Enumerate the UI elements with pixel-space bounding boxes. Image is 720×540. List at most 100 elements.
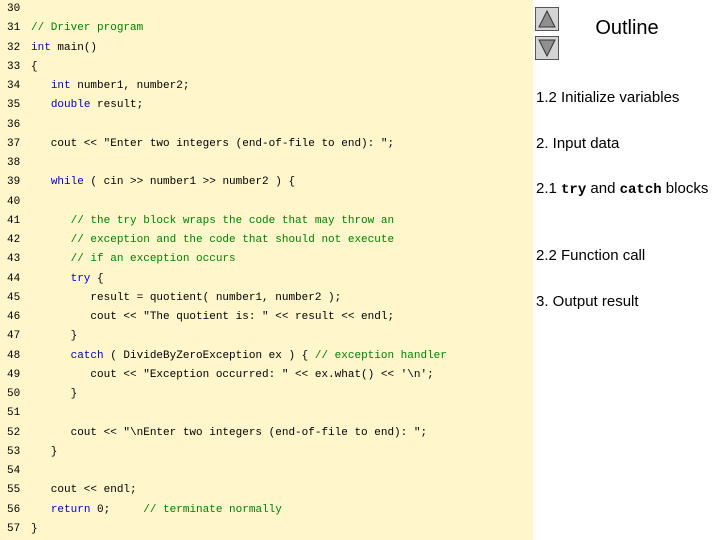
line-number: 39: [7, 176, 21, 189]
code-line: 33 {: [0, 58, 533, 77]
line-number: 44: [7, 272, 21, 285]
code-line: 57}: [0, 520, 533, 539]
line-code: // exception and the code that should no…: [31, 231, 394, 250]
code-line: 45 result = quotient( number1, number2 )…: [0, 289, 533, 308]
code-text: }: [31, 445, 58, 458]
code-text: cout << "\nEnter two integers (end-of-fi…: [31, 426, 428, 439]
code-text: number1, number2;: [70, 80, 190, 92]
line-code: // the try block wraps the code that may…: [31, 212, 394, 231]
code-keyword: int: [31, 41, 51, 54]
code-text: ( DivideByZeroException ex ) {: [103, 349, 315, 362]
line-code: cout << "\nEnter two integers (end-of-fi…: [31, 424, 427, 443]
outline-item-text: 2.1: [536, 180, 562, 197]
code-line: 40: [0, 193, 533, 212]
line-number: 57: [7, 522, 21, 535]
line-code: cout << "Exception occurred: " << ex.wha…: [31, 366, 433, 385]
code-line: 56 return 0; // terminate normally: [0, 501, 533, 520]
line-code: // Driver program: [31, 19, 143, 38]
code-keyword: while: [50, 176, 84, 189]
code-text: 0;: [90, 503, 144, 516]
code-comment: // the try block wraps the code that may…: [70, 214, 395, 227]
code-line: 52 cout << "\nEnter two integers (end-of…: [0, 424, 533, 443]
outline-title: Outline: [595, 17, 659, 39]
triangle-up-icon: [538, 9, 556, 28]
outline-item-text: 1.2 Initialize variables: [536, 89, 680, 106]
code-comment: // exception handler: [314, 349, 447, 362]
line-number: 31: [7, 22, 21, 35]
code-line: 43 // if an exception occurs: [0, 250, 533, 269]
line-code: int number1, number2;: [31, 77, 190, 96]
code-line: 39 while ( cin >> number1 >> number2 ) {: [0, 173, 533, 192]
code-text: }: [31, 522, 38, 535]
line-number: 42: [7, 234, 21, 246]
line-code: }: [31, 327, 78, 346]
code-line: 31 // Driver program: [0, 19, 533, 38]
previous-slide-button[interactable]: [535, 7, 559, 31]
code-line: 44 try {: [0, 270, 533, 289]
code-listing-panel: 30 31 // Driver program 32 int main() 33 {34 i…: [0, 0, 533, 540]
code-text: result = quotient( number1, number2 );: [31, 291, 342, 304]
line-code: while ( cin >> number1 >> number2 ) {: [31, 173, 295, 192]
code-text: }: [31, 388, 78, 400]
code-line: 36: [0, 116, 533, 135]
code-text: ( cin >> number1 >> number2 ) {: [83, 176, 296, 189]
code-text: {: [31, 60, 38, 73]
line-number: 46: [7, 311, 21, 323]
code-line: 46 cout << "The quotient is: " << result…: [0, 308, 533, 327]
line-number: 34: [7, 80, 21, 92]
code-line: 48 catch ( DivideByZeroException ex ) { …: [0, 347, 533, 366]
code-comment: // Driver program: [31, 22, 144, 35]
code-keyword: double: [50, 99, 91, 112]
line-number: 55: [7, 484, 21, 497]
line-code: // if an exception occurs: [31, 250, 236, 269]
next-slide-button[interactable]: [535, 36, 559, 60]
line-number: 36: [7, 118, 21, 131]
line-number: 45: [7, 291, 21, 304]
line-code: int main(): [31, 39, 97, 58]
code-text: result;: [90, 99, 144, 112]
line-code: }: [31, 385, 78, 404]
line-number: 43: [7, 253, 21, 266]
code-line: 34 int number1, number2;: [0, 77, 533, 96]
code-text: cout << "The quotient is: " << result <<…: [31, 311, 395, 323]
line-number: 41: [7, 214, 21, 227]
line-code: {: [31, 58, 38, 77]
code-line: 47 }: [0, 327, 533, 346]
line-number: 49: [7, 368, 21, 381]
outline-code-term: catch: [619, 182, 662, 198]
line-number: 52: [7, 426, 21, 439]
code-line: 41 // the try block wraps the code that …: [0, 212, 533, 231]
line-number: 40: [7, 195, 21, 208]
line-number: 50: [7, 388, 21, 400]
code-line: 38: [0, 154, 533, 173]
outline-item-text: 3. Output result: [536, 293, 639, 310]
code-line: 51: [0, 404, 533, 423]
code-keyword: catch: [70, 349, 104, 362]
line-number: 54: [7, 465, 21, 477]
outline-item: 2. Input data: [536, 133, 720, 154]
line-code: cout << endl;: [31, 481, 137, 500]
line-number: 33: [7, 60, 21, 73]
code-text: }: [31, 330, 78, 343]
line-number: 37: [7, 137, 21, 150]
line-number: 32: [7, 41, 21, 54]
line-code: catch ( DivideByZeroException ex ) { // …: [31, 347, 447, 366]
code-line: 53 }: [0, 443, 533, 462]
code-line: 42 // exception and the code that should…: [0, 231, 533, 250]
line-code: cout << "The quotient is: " << result <<…: [31, 308, 394, 327]
outline-item: 2.2 Function call: [536, 245, 720, 266]
line-code: }: [31, 520, 38, 539]
outline-item-text: 2. Input data: [536, 135, 620, 152]
line-number: 56: [7, 503, 21, 516]
line-number: 53: [7, 445, 21, 458]
code-line: 37 cout << "Enter two integers (end-of-f…: [0, 135, 533, 154]
code-text: cout << endl;: [31, 484, 137, 497]
code-text: cout << "Enter two integers (end-of-file…: [31, 137, 395, 150]
line-number: 48: [7, 349, 21, 362]
